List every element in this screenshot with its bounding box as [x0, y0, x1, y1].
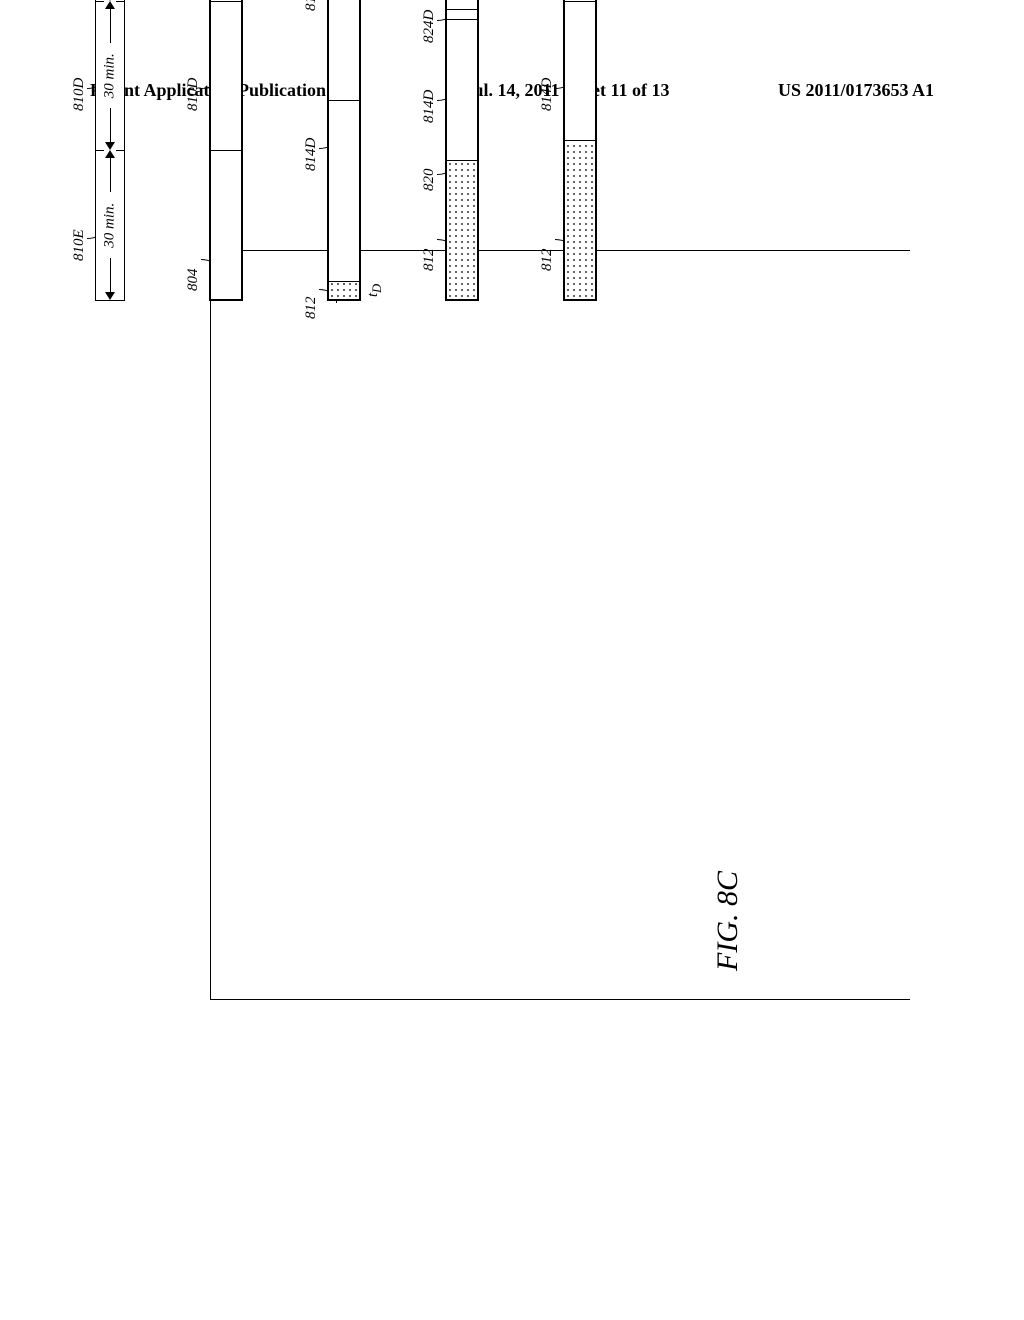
lbl3-814D: 814D: [303, 138, 320, 171]
row2: 804 810D 810C 810B 810A: [185, 0, 243, 301]
row5-bar: [563, 0, 597, 301]
lbl2-810D: 810D: [185, 78, 202, 111]
lbl5-812: 812: [539, 249, 556, 272]
row1-bar: 30 min. 30 min.: [95, 0, 125, 301]
dim-e: 30 min.: [102, 203, 119, 248]
lbl5-814D: 814D: [539, 78, 556, 111]
row4-bar: [445, 0, 479, 301]
lbl3-812: 812: [303, 297, 320, 320]
row3-bar: [327, 0, 361, 301]
row5: 812 814D 814C 814B 814A: [539, 0, 597, 301]
row4: 812 820 814D 824D 814C 824C 814B 824B 81…: [421, 0, 479, 301]
lbl4-824D: 824D: [421, 10, 438, 43]
row2-bar: [209, 0, 243, 301]
header-right: US 2011/0173653 A1: [778, 80, 934, 101]
row1: 810E 810D 810C 810B 810A 30 min.: [71, 0, 125, 301]
row3: 812 814D 814C 814B 814A tD: [303, 0, 361, 301]
figure-frame: 810E 810D 810C 810B 810A 30 min.: [210, 250, 910, 1000]
lbl-810E: 810E: [71, 229, 88, 261]
lbl3-814C: 814C: [303, 0, 320, 11]
lbl4-812: 812: [421, 249, 438, 272]
dim-d: 30 min.: [102, 53, 119, 98]
lbl-810D: 810D: [71, 78, 88, 111]
lbl4-820: 820: [421, 169, 438, 192]
td-label: tD: [365, 284, 385, 297]
lbl-804: 804: [185, 269, 202, 292]
figure-caption: FIG. 8C: [711, 871, 745, 971]
figure-content: 810E 810D 810C 810B 810A 30 min.: [71, 0, 751, 301]
lbl4-814D: 814D: [421, 90, 438, 123]
